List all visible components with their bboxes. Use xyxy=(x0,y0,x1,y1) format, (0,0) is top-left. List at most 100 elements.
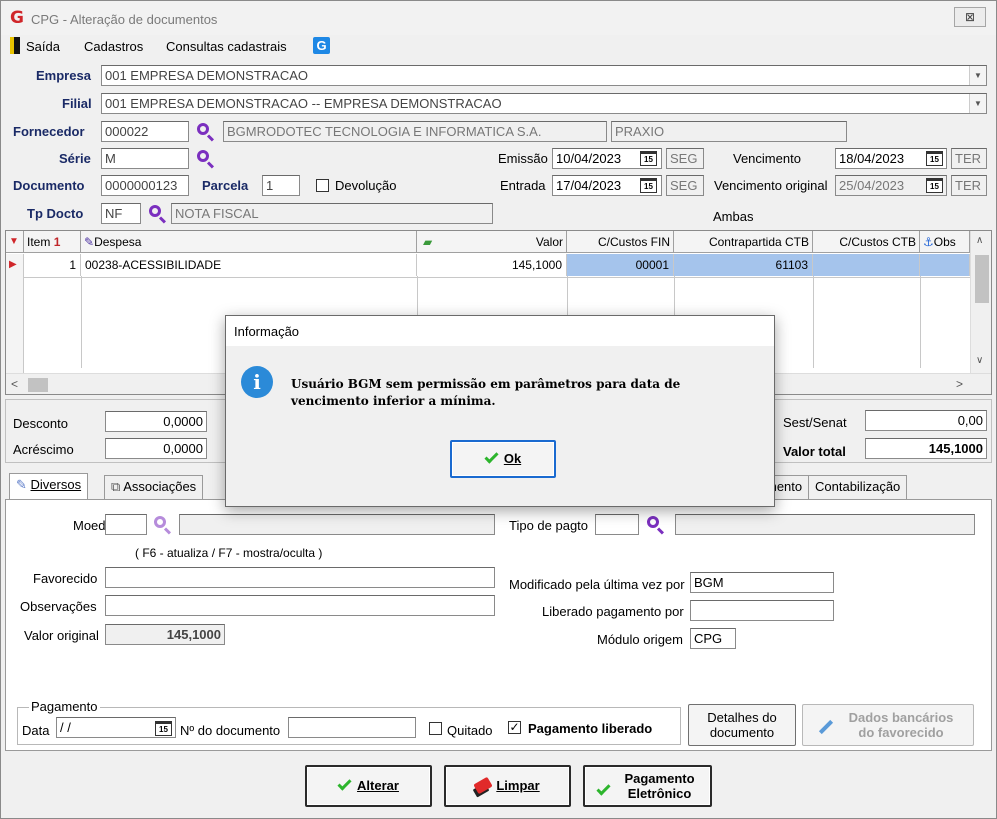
app-logo-icon: G xyxy=(10,8,24,28)
money-icon: ▰ xyxy=(423,235,433,249)
documento-label: Documento xyxy=(13,178,85,193)
link-icon: ⧉ xyxy=(111,479,121,494)
scrollbar-thumb[interactable] xyxy=(975,255,989,303)
modificado-label: Modificado pela última vez por xyxy=(509,577,685,592)
tpdocto-search-icon[interactable] xyxy=(148,204,167,224)
col-item-header[interactable]: Item 1 xyxy=(24,231,81,253)
tpdocto-code-input[interactable]: NF xyxy=(101,203,141,224)
tab-associacoes[interactable]: ⧉ Associações xyxy=(104,475,204,499)
fornecedor-alias-field: PRAXIO xyxy=(611,121,847,142)
cell-contrapartida[interactable]: 61103 xyxy=(674,254,813,276)
chevron-down-icon[interactable]: ▼ xyxy=(969,66,986,85)
empresa-select[interactable]: 001 EMPRESA DEMONSTRACAO ▼ xyxy=(101,65,987,86)
tpdocto-name-field: NOTA FISCAL xyxy=(171,203,493,224)
moeda-name-field xyxy=(179,514,495,535)
tab-diversos[interactable]: ✎ Diversos xyxy=(9,473,89,500)
app-shortcut-icon[interactable]: G xyxy=(313,37,330,54)
dialog-title-bar: Informação xyxy=(226,316,774,346)
cell-ccfin[interactable]: 00001 xyxy=(567,254,674,276)
observacoes-label: Observações xyxy=(20,599,97,614)
documento-input[interactable]: 0000000123 xyxy=(101,175,189,196)
row-pointer-icon: ▶ xyxy=(6,254,24,276)
row-indicator-header: ▼ xyxy=(6,231,24,253)
entrada-weekday: SEG xyxy=(666,175,704,196)
chevron-down-icon[interactable]: ▼ xyxy=(969,94,986,113)
scroll-right-icon[interactable]: > xyxy=(956,377,963,391)
scroll-up-icon[interactable]: ∧ xyxy=(976,235,983,246)
acrescimo-input[interactable]: 0,0000 xyxy=(105,438,207,459)
empresa-value: 001 EMPRESA DEMONSTRACAO xyxy=(105,68,308,83)
emissao-label: Emissão xyxy=(498,151,548,166)
tab-diversos-label: Diversos xyxy=(30,477,82,492)
col-valor-header[interactable]: ▰ Valor xyxy=(417,231,567,253)
serie-label: Série xyxy=(59,151,91,166)
modificado-field: BGM xyxy=(690,572,834,593)
cell-valor[interactable]: 145,1000 xyxy=(417,254,567,276)
favorecido-input[interactable] xyxy=(105,567,495,588)
quitado-checkbox[interactable] xyxy=(429,722,442,735)
fornecedor-label: Fornecedor xyxy=(13,124,85,139)
cell-ccctb[interactable] xyxy=(813,254,920,276)
close-button[interactable]: ⊠ xyxy=(954,7,986,27)
filial-value: 001 EMPRESA DEMONSTRACAO -- EMPRESA DEMO… xyxy=(105,96,502,111)
fornecedor-code-input[interactable]: 000022 xyxy=(101,121,189,142)
calendar-icon: 15 xyxy=(926,178,943,193)
observacoes-input[interactable] xyxy=(105,595,495,616)
pagamento-group-title: Pagamento xyxy=(29,699,100,714)
ndoc-label: Nº do documento xyxy=(180,723,281,738)
moeda-search-icon[interactable] xyxy=(153,515,172,535)
hscrollbar-thumb[interactable] xyxy=(28,378,48,392)
calendar-icon[interactable]: 15 xyxy=(640,178,657,193)
ambas-label: Ambas xyxy=(713,209,754,224)
filial-select[interactable]: 001 EMPRESA DEMONSTRACAO -- EMPRESA DEMO… xyxy=(101,93,987,114)
menu-saida[interactable]: Saída xyxy=(26,39,60,54)
serie-search-icon[interactable] xyxy=(196,149,215,169)
col-ccfin-header[interactable]: C/Custos FIN xyxy=(567,231,674,253)
table-row[interactable]: ▶ 1 00238-ACESSIBILIDADE 145,1000 00001 … xyxy=(6,254,970,276)
pagamento-liberado-checkbox[interactable]: ✓ xyxy=(508,721,521,734)
col-contrapartida-header[interactable]: Contrapartida CTB xyxy=(674,231,813,253)
detalhes-documento-button[interactable]: Detalhes do documento xyxy=(688,704,796,746)
vencimento-original-weekday: TER xyxy=(951,175,987,196)
fornecedor-search-icon[interactable] xyxy=(196,122,215,142)
scroll-left-icon[interactable]: < xyxy=(11,377,18,391)
tipo-pagto-input[interactable] xyxy=(595,514,639,535)
calendar-icon[interactable]: 15 xyxy=(926,151,943,166)
menu-consultas-cadastrais[interactable]: Consultas cadastrais xyxy=(166,39,287,54)
alterar-label: Alterar xyxy=(357,778,399,793)
desconto-input[interactable]: 0,0000 xyxy=(105,411,207,432)
cell-item[interactable]: 1 xyxy=(24,254,81,276)
ok-button[interactable]: Ok xyxy=(450,440,556,478)
parcela-label: Parcela xyxy=(202,178,249,193)
cell-obs[interactable] xyxy=(920,254,970,276)
limpar-label: Limpar xyxy=(496,778,540,793)
dados-bancarios-button[interactable]: Dados bancários do favorecido xyxy=(802,704,974,746)
tab-contabilizacao[interactable]: Contabilização xyxy=(808,475,908,499)
dialog-title: Informação xyxy=(234,324,300,339)
menu-bar xyxy=(1,35,996,59)
moeda-input[interactable] xyxy=(105,514,147,535)
col-obs-header[interactable]: ⚓Obs xyxy=(920,231,970,253)
limpar-button[interactable]: Limpar xyxy=(444,765,571,807)
calendar-icon[interactable]: 15 xyxy=(640,151,657,166)
cell-despesa[interactable]: 00238-ACESSIBILIDADE xyxy=(81,254,417,276)
vencimento-original-label: Vencimento original xyxy=(714,178,828,193)
vertical-scrollbar[interactable]: ∧ ∨ xyxy=(970,231,991,373)
col-obs-label: Obs xyxy=(933,235,956,249)
ndoc-input[interactable] xyxy=(288,717,416,738)
scroll-down-icon[interactable]: ∨ xyxy=(976,355,983,366)
row-indicator-column xyxy=(6,276,24,373)
sestsenat-input[interactable]: 0,00 xyxy=(865,410,987,431)
col-ccctb-header[interactable]: C/Custos CTB xyxy=(813,231,920,253)
column-divider xyxy=(81,276,82,368)
col-despesa-header[interactable]: ✎Despesa xyxy=(81,231,417,253)
serie-input[interactable]: M xyxy=(101,148,189,169)
devolucao-checkbox[interactable] xyxy=(316,179,329,192)
alterar-button[interactable]: Alterar xyxy=(305,765,432,807)
parcela-input[interactable]: 1 xyxy=(262,175,300,196)
tipo-pagto-search-icon[interactable] xyxy=(646,515,665,535)
pagamento-eletronico-button[interactable]: Pagamento Eletrônico xyxy=(583,765,712,807)
calendar-icon[interactable]: 15 xyxy=(155,721,172,736)
menu-cadastros[interactable]: Cadastros xyxy=(84,39,143,54)
vencimento-label: Vencimento xyxy=(733,151,801,166)
